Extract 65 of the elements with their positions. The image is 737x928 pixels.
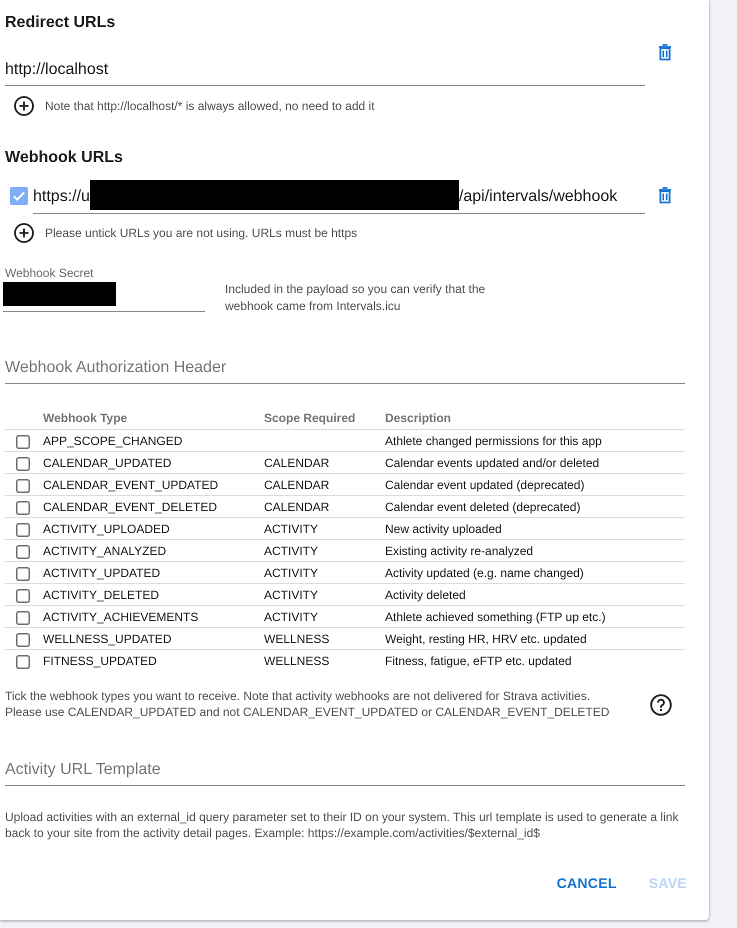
scope-text: WELLNESS [264,632,330,646]
scope-text: ACTIVITY [264,588,318,602]
checkbox[interactable] [16,610,30,624]
scope-text: ACTIVITY [264,544,318,558]
description-text: Calendar event deleted (deprecated) [385,500,580,514]
webhook-type: ACTIVITY_ANALYZED [43,544,166,558]
trash-icon[interactable] [658,187,672,204]
description-text: Existing activity re-analyzed [385,544,534,558]
description-text: Athlete changed permissions for this app [385,434,602,448]
scope-text: CALENDAR [264,456,330,470]
scope-text: ACTIVITY [264,566,318,580]
webhook-type: CALENDAR_EVENT_UPDATED [43,478,218,492]
webhook-type: ACTIVITY_UPDATED [43,566,160,580]
checkbox[interactable] [16,566,30,580]
column-header: Description [385,406,685,430]
cancel-button[interactable]: CANCEL [548,865,625,901]
section-heading: Webhook URLs [5,148,124,168]
scope-text: CALENDAR [264,478,330,492]
note-text: Note that http://localhost/* is always allowed, no need to add it [45,99,375,113]
webhook-type: CALENDAR_EVENT_DELETED [43,500,218,514]
description-text: Activity updated (e.g. name changed) [385,566,584,580]
checkbox[interactable] [16,588,30,602]
url-field[interactable]: https://u /api/intervals/webhook [33,180,645,214]
scope-text: ACTIVITY [264,610,318,624]
note-text: Tick the webhook types you want to receive. Note that activity webhooks are not delivered for Strava activities. Please use CALENDAR_UPDATED and not CALENDAR_EVENT_UPDATED or CALENDAR_EVENT_DELETED [5,688,610,720]
description-text: Activity deleted [385,588,466,602]
description-text: New activity uploaded [385,522,502,536]
webhook-type: ACTIVITY_UPLOADED [43,522,170,536]
scope-text: WELLNESS [264,654,330,668]
checkbox[interactable] [16,434,30,448]
checkbox[interactable] [16,654,30,668]
description-text: Calendar event updated (deprecated) [385,478,584,492]
column-header: Webhook Type [43,406,264,430]
checkbox[interactable] [16,522,30,536]
authorization-header-field[interactable]: Webhook Authorization Header [5,358,685,384]
description-text: Fitness, fatigue, eFTP etc. updated [385,654,572,668]
webhook-type: WELLNESS_UPDATED [43,632,172,646]
add-icon[interactable] [14,96,34,116]
webhook-type: ACTIVITY_DELETED [43,588,160,602]
checkbox[interactable] [16,500,30,514]
description-text: Weight, resting HR, HRV etc. updated [385,632,587,646]
checkbox[interactable] [16,544,30,558]
help-text: Included in the payload so you can verify that the webhook came from Intervals.icu [225,281,486,315]
checkbox[interactable] [16,632,30,646]
help-text: Upload activities with an external_id query parameter set to their ID on your system. This url template is used to generate a link back to your site from the activity detail pages. Example: https://example.com/activities/$external_id$ [5,809,680,841]
column-header: Scope Required [264,406,385,430]
checkbox[interactable] [16,456,30,470]
webhook-type: ACTIVITY_ACHIEVEMENTS [43,610,198,624]
note-text: Please untick URLs you are not using. URLs must be https [45,226,358,240]
section-heading: Redirect URLs [5,13,116,33]
url-field[interactable]: http://localhost [5,60,645,86]
scope-text: CALENDAR [264,500,330,514]
activity-url-template-field[interactable]: Activity URL Template [5,760,685,786]
checkbox[interactable] [16,478,30,492]
scope-text: ACTIVITY [264,522,318,536]
description-text: Athlete achieved something (FTP up etc.) [385,610,606,624]
description-text: Calendar events updated and/or deleted [385,456,600,470]
secret-field[interactable]: Webhook Secret [3,266,205,312]
trash-icon[interactable] [658,44,672,61]
checkbox[interactable] [10,187,28,205]
webhook-type: FITNESS_UPDATED [43,654,157,668]
help-icon[interactable] [650,694,672,716]
webhook-type: APP_SCOPE_CHANGED [43,434,182,448]
add-icon[interactable] [14,223,34,243]
webhook-type: CALENDAR_UPDATED [43,456,172,470]
